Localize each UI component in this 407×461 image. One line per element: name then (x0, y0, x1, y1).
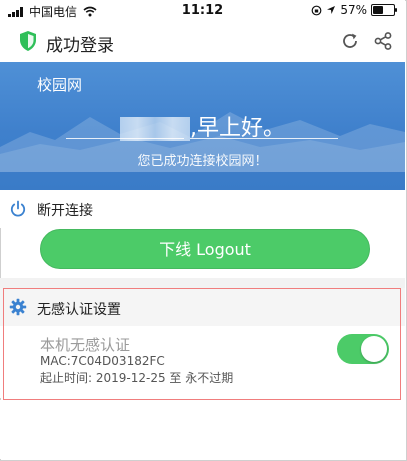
status-bar: 中国电信 11:12 57% (0, 0, 405, 22)
battery-icon (371, 4, 397, 16)
campus-network-label: 校园网 (37, 76, 83, 94)
location-icon (327, 6, 336, 14)
section-divider (0, 278, 405, 288)
connected-message: 您已成功连接校园网！ (137, 154, 268, 169)
greeting-underline (190, 138, 338, 139)
battery-percent: 57% (340, 3, 367, 17)
orientation-lock-icon (311, 5, 322, 15)
status-right: 57% (311, 3, 397, 17)
share-icon[interactable] (373, 31, 393, 51)
disconnect-section-header: 断开连接 (0, 190, 405, 228)
welcome-banner: 校园网 ,早上好。 您已成功连接校园网！ (0, 62, 405, 190)
app-bar: 成功登录 (0, 22, 405, 62)
page-title: 成功登录 (46, 36, 114, 56)
empty-area (0, 400, 405, 459)
refresh-icon[interactable] (340, 31, 360, 51)
shield-check-icon (20, 31, 36, 51)
highlight-box (3, 288, 401, 400)
logout-button[interactable]: 下线 Logout (40, 229, 370, 269)
disconnect-section-title: 断开连接 (37, 203, 93, 219)
name-underline (66, 138, 184, 139)
battery-fill (373, 6, 384, 14)
power-icon (10, 200, 26, 217)
